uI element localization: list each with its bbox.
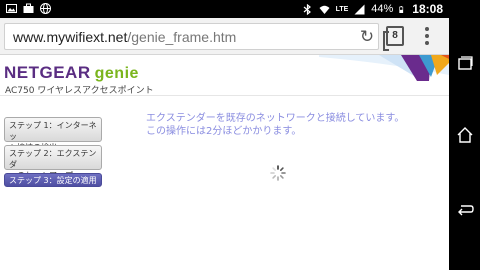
browser-toolbar: www.mywifiext.net/genie_frame.htm ↻ 8 [0,18,449,55]
status-message-line2: この操作には2分ほどかかります。 [146,126,302,137]
browser-menu-icon[interactable] [424,27,430,47]
loading-spinner-icon [270,165,286,181]
netgear-genie-logo: NETGEAR genie [4,63,139,83]
step-2-button[interactable]: ステップ 2：エクステンダ ーのセットアップ [4,145,102,180]
battery-icon [399,5,404,13]
status-message: エクステンダーを既存のネットワークと接続しています。 この操作には2分ほどかかり… [146,112,404,138]
status-message-line1: エクステンダーを既存のネットワークと接続しています。 [146,113,405,124]
url-text[interactable]: www.mywifiext.net/genie_frame.htm [13,29,236,45]
web-page: NETGEAR genie AC750 ワイヤレスアクセスポイント ステップ 1：… [0,55,449,270]
address-bar[interactable]: www.mywifiext.net/genie_frame.htm ↻ [4,23,379,50]
header-divider [0,95,449,96]
url-host: www.mywifiext.net [13,29,128,45]
screen: LTE 44% 18:08 www.mywifiext.net/genie_fr… [0,0,480,270]
brand-name: NETGEAR [4,63,91,82]
status-bar: LTE 44% 18:08 [0,0,449,18]
tab-switcher-button[interactable]: 8 [383,26,404,51]
home-icon[interactable] [456,126,474,144]
clock: 18:08 [412,2,443,16]
url-path: /genie_frame.htm [127,29,237,45]
globe-icon [40,3,51,14]
step-1-button[interactable]: ステップ 1：インターネッ ト接続の検出 [4,117,102,152]
signal-icon [354,4,365,14]
battery-percent: 44% [371,3,394,15]
image-icon [6,4,17,13]
wifi-icon [319,5,330,14]
back-icon[interactable] [456,200,474,218]
reload-icon[interactable]: ↻ [358,28,376,46]
navigation-bar [449,0,480,270]
bluetooth-icon [303,3,311,15]
step-2-label-line1: ステップ 2：エクステンダ [9,149,97,169]
suitcase-icon [23,3,34,13]
recent-apps-icon[interactable] [456,54,474,72]
header-banner-graphic [319,55,449,81]
step-3-button[interactable]: ステップ 3：設定の適用 [4,173,102,187]
step-3-label: ステップ 3：設定の適用 [9,176,97,185]
network-type: LTE [335,5,349,13]
step-1-label-line1: ステップ 1：インターネッ [9,121,97,141]
brand-product: genie [94,65,139,82]
